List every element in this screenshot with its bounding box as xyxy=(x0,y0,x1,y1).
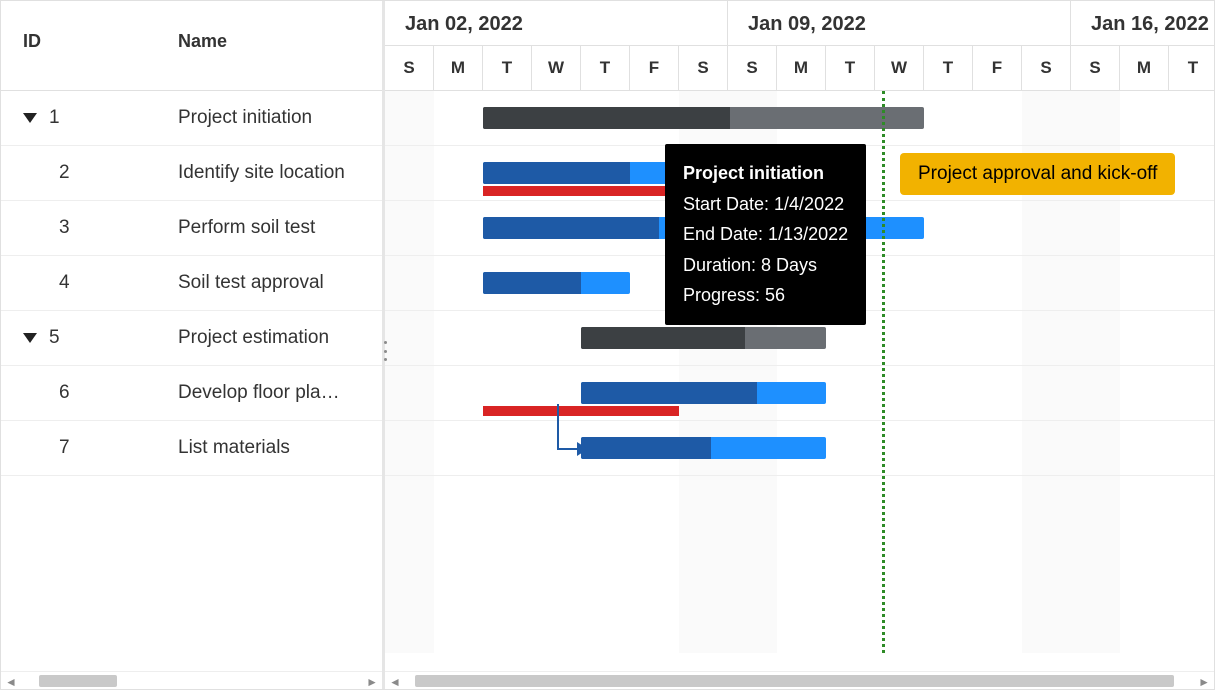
collapse-icon[interactable] xyxy=(23,333,37,343)
task-tooltip: Project initiationStart Date: 1/4/2022En… xyxy=(665,144,866,325)
dependency-line xyxy=(557,404,559,448)
timeline-day-label: F xyxy=(630,46,679,90)
task-id-cell[interactable]: 4 xyxy=(1,272,156,294)
task-name-cell[interactable]: Soil test approval xyxy=(156,272,382,294)
tooltip-line: Duration: 8 Days xyxy=(683,250,848,281)
timeline-day-label: T xyxy=(581,46,630,90)
scrollbar-thumb[interactable] xyxy=(415,675,1174,687)
timeline-day-label: W xyxy=(875,46,924,90)
timeline-day-label: M xyxy=(1120,46,1169,90)
gantt-progress-fill xyxy=(581,327,745,349)
timeline-day-label: S xyxy=(1022,46,1071,90)
timeline-row[interactable] xyxy=(385,91,1214,146)
timeline-day-label: S xyxy=(1071,46,1120,90)
timeline-day-label: S xyxy=(728,46,777,90)
task-id-text: 6 xyxy=(59,382,70,404)
task-row[interactable]: 5 Project estimation xyxy=(1,311,382,366)
timeline-day-label: M xyxy=(777,46,826,90)
timeline-day-label: T xyxy=(483,46,532,90)
gantt-container: ID Name 1 Project initiation 2 Identify sit… xyxy=(0,0,1215,690)
scroll-left-icon[interactable]: ◄ xyxy=(5,675,17,689)
gantt-progress-fill xyxy=(581,437,711,459)
timeline-week-label: Jan 16, 2022 xyxy=(1071,1,1214,45)
timeline-row[interactable] xyxy=(385,421,1214,476)
timeline-day-label: M xyxy=(434,46,483,90)
column-header-name[interactable]: Name xyxy=(156,1,382,90)
event-marker-label[interactable]: Project approval and kick-off xyxy=(900,153,1175,195)
task-name-cell[interactable]: List materials xyxy=(156,437,382,459)
task-id-cell[interactable]: 2 xyxy=(1,162,156,184)
task-row[interactable]: 6 Develop floor pla… xyxy=(1,366,382,421)
task-id-cell[interactable]: 7 xyxy=(1,437,156,459)
gantt-progress-fill xyxy=(483,162,630,184)
scroll-left-icon[interactable]: ◄ xyxy=(389,675,401,689)
task-id-cell[interactable]: 6 xyxy=(1,382,156,404)
timeline-day-label: W xyxy=(532,46,581,90)
gantt-progress-fill xyxy=(483,217,659,239)
scroll-right-icon[interactable]: ► xyxy=(1198,675,1210,689)
timeline-day-label: T xyxy=(1169,46,1214,90)
task-name-cell[interactable]: Project estimation xyxy=(156,327,382,349)
task-id-text: 5 xyxy=(49,327,60,349)
scrollbar-thumb[interactable] xyxy=(39,675,117,687)
task-name-cell[interactable]: Project initiation xyxy=(156,107,382,129)
gantt-task-bar[interactable] xyxy=(581,382,826,404)
dependency-line xyxy=(557,448,580,450)
gantt-summary-bar[interactable] xyxy=(581,327,826,349)
task-row[interactable]: 1 Project initiation xyxy=(1,91,382,146)
task-id-cell[interactable]: 3 xyxy=(1,217,156,239)
gantt-progress-fill xyxy=(581,382,757,404)
timeline-days-row: SMTWTFSSMTWTFSSMT xyxy=(385,45,1214,90)
gantt-progress-fill xyxy=(483,107,730,129)
gantt-baseline-bar xyxy=(483,406,679,416)
gantt-task-bar[interactable] xyxy=(483,272,630,294)
timeline-day-label: S xyxy=(385,46,434,90)
task-id-cell[interactable]: 1 xyxy=(1,107,156,129)
task-grid-body: 1 Project initiation 2 Identify site locati… xyxy=(1,91,382,671)
splitter-handle[interactable] xyxy=(379,341,391,361)
task-id-text: 4 xyxy=(59,272,70,294)
gantt-task-bar[interactable] xyxy=(483,162,679,184)
task-name-cell[interactable]: Develop floor pla… xyxy=(156,382,382,404)
timeline-header: Jan 02, 2022Jan 09, 2022Jan 16, 2022 SMT… xyxy=(385,1,1214,91)
column-header-id[interactable]: ID xyxy=(1,1,156,90)
tooltip-line: Progress: 56 xyxy=(683,280,848,311)
timeline-day-label: T xyxy=(826,46,875,90)
timeline-week-label: Jan 09, 2022 xyxy=(728,1,1071,45)
timeline-day-label: S xyxy=(679,46,728,90)
scroll-right-icon[interactable]: ► xyxy=(366,675,378,689)
tooltip-title: Project initiation xyxy=(683,158,848,189)
timeline-day-label: T xyxy=(924,46,973,90)
tooltip-line: End Date: 1/13/2022 xyxy=(683,219,848,250)
collapse-icon[interactable] xyxy=(23,113,37,123)
task-id-text: 1 xyxy=(49,107,60,129)
task-name-cell[interactable]: Identify site location xyxy=(156,162,382,184)
task-row[interactable]: 2 Identify site location xyxy=(1,146,382,201)
timeline-weeks-row: Jan 02, 2022Jan 09, 2022Jan 16, 2022 xyxy=(385,1,1214,45)
timeline-panel: Jan 02, 2022Jan 09, 2022Jan 16, 2022 SMT… xyxy=(385,1,1214,689)
task-id-text: 2 xyxy=(59,162,70,184)
timeline-week-label: Jan 02, 2022 xyxy=(385,1,728,45)
timeline-body[interactable]: Project approval and kick-off Project ini… xyxy=(385,91,1214,671)
timeline-day-label: F xyxy=(973,46,1022,90)
task-name-cell[interactable]: Perform soil test xyxy=(156,217,382,239)
gantt-summary-bar[interactable] xyxy=(483,107,924,129)
task-row[interactable]: 7 List materials xyxy=(1,421,382,476)
task-grid-panel: ID Name 1 Project initiation 2 Identify sit… xyxy=(1,1,385,689)
task-id-text: 3 xyxy=(59,217,70,239)
task-grid-header: ID Name xyxy=(1,1,382,91)
task-row[interactable]: 4 Soil test approval xyxy=(1,256,382,311)
dependency-arrow-icon xyxy=(577,442,588,456)
gantt-progress-fill xyxy=(483,272,581,294)
horizontal-scrollbar-left[interactable]: ◄ ► xyxy=(1,671,382,689)
task-id-cell[interactable]: 5 xyxy=(1,327,156,349)
gantt-task-bar[interactable] xyxy=(581,437,826,459)
timeline-row[interactable] xyxy=(385,366,1214,421)
horizontal-scrollbar-right[interactable]: ◄ ► xyxy=(385,671,1214,689)
task-row[interactable]: 3 Perform soil test xyxy=(1,201,382,256)
tooltip-line: Start Date: 1/4/2022 xyxy=(683,189,848,220)
task-id-text: 7 xyxy=(59,437,70,459)
today-marker-line xyxy=(882,91,885,653)
